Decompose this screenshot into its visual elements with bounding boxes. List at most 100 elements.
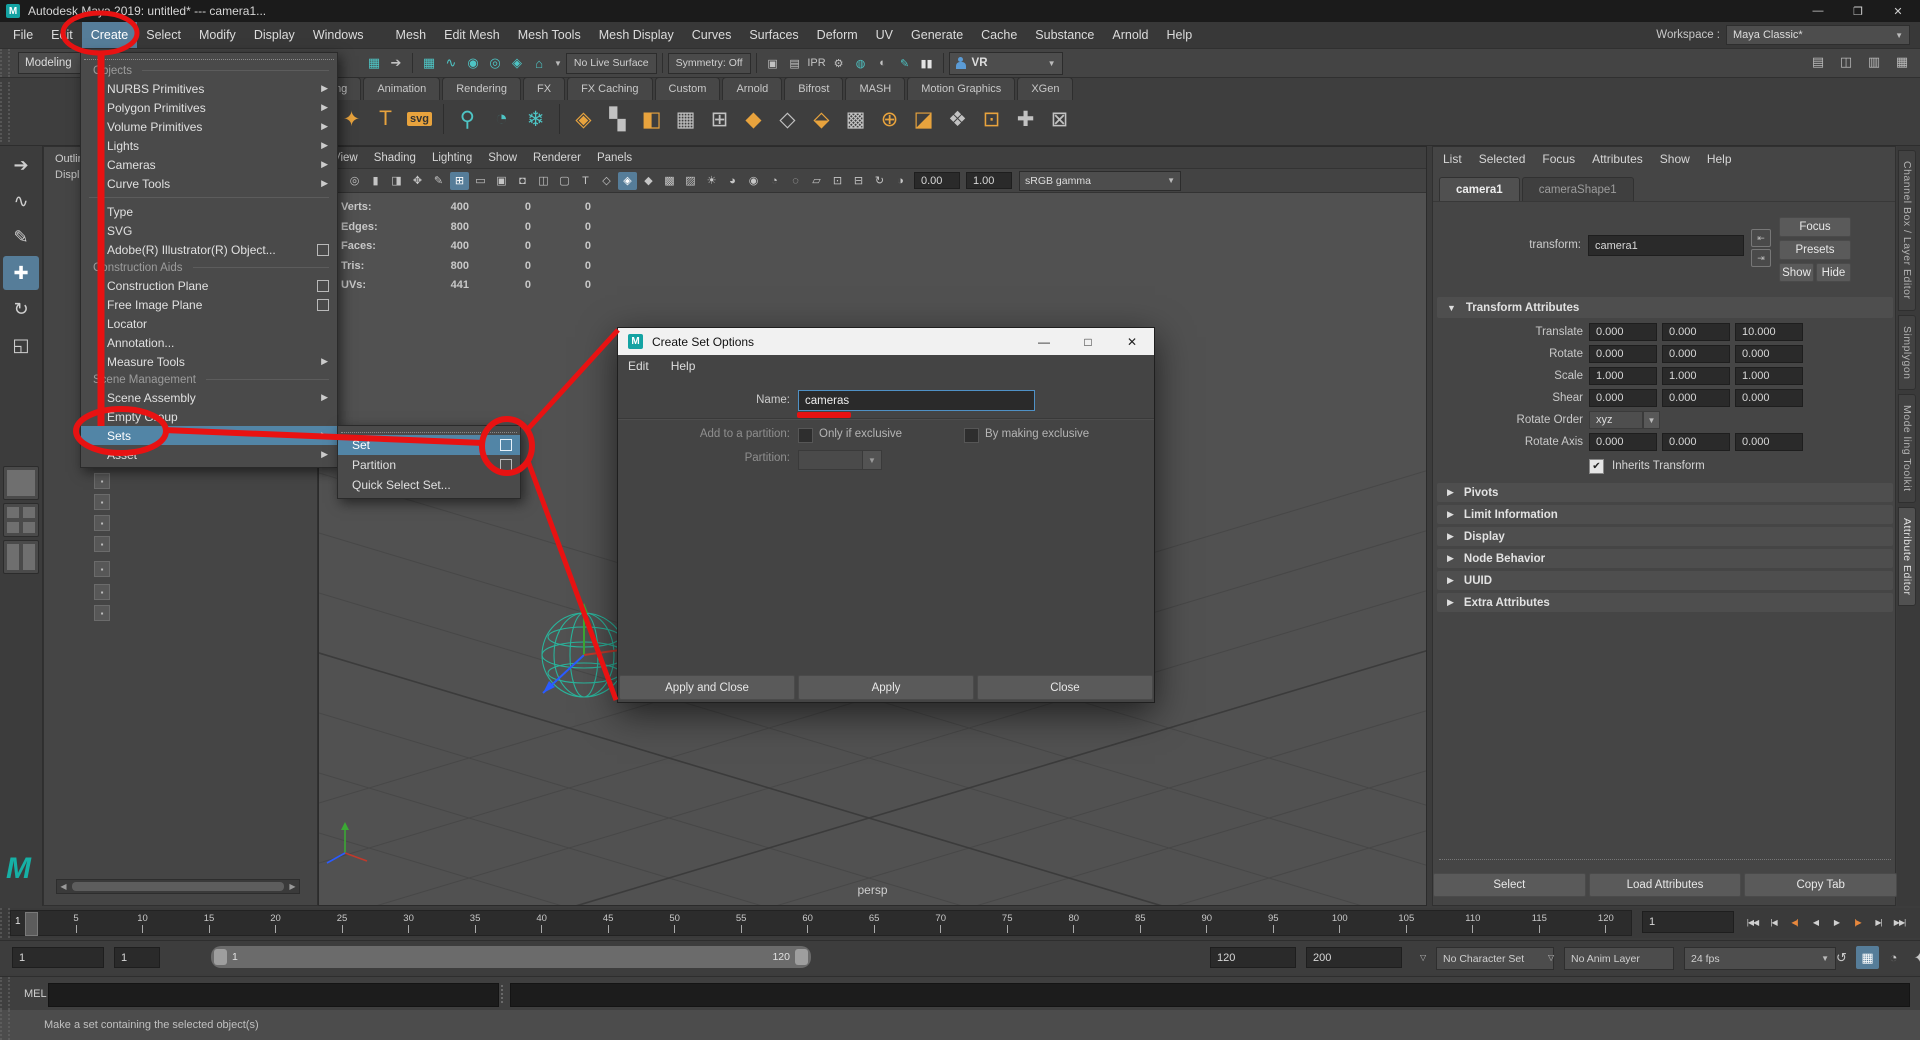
create-menu-item[interactable]: Empty Group ▶	[81, 407, 337, 426]
attribute-editor-menu-item[interactable]: List	[1443, 152, 1462, 166]
exposure-icon[interactable]: ↻	[870, 172, 889, 190]
mel-input-field[interactable]	[48, 983, 499, 1007]
attribute-editor-menu-item[interactable]: Focus	[1542, 152, 1575, 166]
attribute-value-field[interactable]: 0.000	[1589, 323, 1657, 341]
select-tool[interactable]: ➔	[3, 148, 39, 182]
attribute-section-header[interactable]: ▶ Node Behavior	[1437, 549, 1893, 568]
dialog-close-button[interactable]: ✕	[1110, 328, 1154, 355]
dialog-action-button[interactable]: Close	[977, 675, 1153, 700]
menubar-item[interactable]: Deform	[808, 22, 867, 48]
shelf-tab[interactable]: XGen	[1017, 77, 1073, 100]
create-menu-item[interactable]: Sets ▶	[81, 426, 337, 445]
shadows-icon[interactable]: ▨	[681, 172, 700, 190]
poly-shelf-icon-5[interactable]: ⊞	[704, 102, 735, 136]
render-settings-icon[interactable]: ⚙	[828, 52, 850, 74]
menubar-item[interactable]: UV	[867, 22, 902, 48]
create-menu-item[interactable]: Adobe(R) Illustrator(R) Object... ▶	[81, 240, 337, 259]
play-forwards-button[interactable]: ▶	[1826, 910, 1847, 934]
sidebar-vertical-tab[interactable]: Simplygon	[1898, 315, 1916, 391]
option-box-icon[interactable]	[317, 299, 329, 311]
color-space-dropdown[interactable]: sRGB gamma▼	[1019, 171, 1181, 191]
chevron-down-icon[interactable]: ▽	[1548, 953, 1554, 962]
hide-button[interactable]: Hide	[1816, 263, 1851, 282]
shelf-tab[interactable]: Rendering	[442, 77, 521, 100]
attribute-editor-menu-item[interactable]: Selected	[1479, 152, 1526, 166]
transform-attributes-section-header[interactable]: ▼ Transform Attributes	[1437, 297, 1893, 318]
make-live-icon[interactable]: ⌂	[528, 52, 550, 74]
create-menu-item[interactable]: Scene Assembly ▶	[81, 388, 337, 407]
animation-prefs-clock-icon[interactable]: ◔	[1882, 946, 1905, 969]
menubar-item[interactable]: Generate	[902, 22, 972, 48]
image-plane-icon[interactable]: ◨	[387, 172, 406, 190]
select-cursor-icon[interactable]: ➔	[385, 52, 407, 74]
menubar-item[interactable]: Surfaces	[740, 22, 807, 48]
create-menu-item[interactable]: Asset ▶	[81, 445, 337, 464]
attribute-section-header[interactable]: ▶ UUID	[1437, 571, 1893, 590]
hypershade-icon[interactable]: ◍	[850, 52, 872, 74]
minimize-button[interactable]: —	[1798, 0, 1838, 22]
viewport-menu-item[interactable]: Panels	[589, 152, 640, 164]
layout-single-pane-button[interactable]	[3, 466, 39, 500]
shelf-separator[interactable]	[443, 104, 444, 134]
menubar-item[interactable]: Mesh	[387, 22, 436, 48]
gamma-field[interactable]: 1.00	[966, 172, 1012, 189]
sets-submenu-item[interactable]: Set ▶	[338, 435, 520, 455]
poly-shelf-icon-7[interactable]: ◇	[772, 102, 803, 136]
gate-mask-icon[interactable]: ◘	[513, 172, 532, 190]
option-box-icon[interactable]	[500, 459, 512, 471]
toggle-channel-box-icon[interactable]: ▦	[1890, 50, 1914, 74]
menubar-item[interactable]: Help	[1158, 22, 1202, 48]
paint-select-tool[interactable]: ✎	[3, 220, 39, 254]
curves-star-icon[interactable]: ✦	[336, 102, 367, 136]
create-menu-item[interactable]: Scene Management ▶	[81, 371, 337, 388]
film-gate-icon[interactable]: ▭	[471, 172, 490, 190]
outliner-item-icon[interactable]: ▪	[94, 584, 110, 600]
shelf-tab[interactable]: Arnold	[722, 77, 782, 100]
range-end-handle[interactable]	[795, 949, 808, 965]
snap-view-plane-icon[interactable]: ◈	[506, 52, 528, 74]
attribute-value-field[interactable]: 1.000	[1662, 367, 1730, 385]
menubar-item[interactable]: Cache	[972, 22, 1026, 48]
grid-toggle-icon[interactable]: ⊞	[450, 172, 469, 190]
input-connection-icon[interactable]: ⇤	[1751, 229, 1771, 247]
live-surface-field[interactable]: No Live Surface	[566, 53, 657, 74]
paint-effects-icon[interactable]: ✎	[894, 52, 916, 74]
character-set-dropdown[interactable]: No Character Set	[1436, 947, 1554, 970]
attribute-value-field[interactable]: 0.000	[1662, 345, 1730, 363]
shaded-icon[interactable]: ◈	[618, 172, 637, 190]
screen-space-ao-icon[interactable]: ☀	[702, 172, 721, 190]
isolate-select-icon[interactable]: ◌	[786, 172, 805, 190]
create-menu-item[interactable]: Locator ▶	[81, 314, 337, 333]
create-menu-item[interactable]: Polygon Primitives ▶	[81, 98, 337, 117]
chevron-down-icon[interactable]: ▼	[554, 59, 562, 68]
toolbar-drag-handle[interactable]	[0, 49, 10, 77]
attribute-value-field[interactable]: 0.000	[1589, 389, 1657, 407]
viewport-menu-item[interactable]: Renderer	[525, 152, 589, 164]
create-menu-item[interactable]: Construction Plane ▶	[81, 276, 337, 295]
poly-shelf-icon-1[interactable]: ◈	[568, 102, 599, 136]
origin-snowflake-icon[interactable]: ❄	[520, 102, 551, 136]
dialog-menu-item[interactable]: Help	[671, 359, 696, 373]
animation-start-field[interactable]: 1	[12, 947, 104, 968]
time-slider-ruler[interactable]: 1 5 10 15 20 25 30 35 40	[10, 910, 1632, 936]
dialog-action-button[interactable]: Apply	[798, 675, 974, 700]
create-menu-item[interactable]: Cameras ▶	[81, 155, 337, 174]
move-tool[interactable]: ✚	[3, 256, 39, 290]
resolution-gate-icon[interactable]: ▣	[492, 172, 511, 190]
attribute-editor-menu-item[interactable]: Show	[1660, 152, 1690, 166]
pause-viewport-icon[interactable]: ▮▮	[916, 52, 938, 74]
scroll-right-icon[interactable]: ▶	[286, 880, 299, 893]
camera-select-icon[interactable]: ◎	[345, 172, 364, 190]
sidebar-vertical-tab[interactable]: Channel Box / Layer Editor	[1898, 150, 1916, 311]
shelf-tab[interactable]: FX	[523, 77, 565, 100]
depth-of-field-icon[interactable]: ◔	[765, 172, 784, 190]
dialog-action-button[interactable]: Apply and Close	[619, 675, 795, 700]
output-connection-icon[interactable]: ⇥	[1751, 249, 1771, 267]
attribute-value-field[interactable]: 0.000	[1735, 389, 1803, 407]
create-menu-item[interactable]: Measure Tools ▶	[81, 352, 337, 371]
grease-pencil-icon[interactable]: ✎	[429, 172, 448, 190]
poly-shelf-icon-12[interactable]: ❖	[942, 102, 973, 136]
symmetry-field[interactable]: Symmetry: Off	[668, 53, 751, 74]
poly-shelf-icon-14[interactable]: ✚	[1010, 102, 1041, 136]
menubar-item[interactable]: Windows	[304, 22, 373, 48]
